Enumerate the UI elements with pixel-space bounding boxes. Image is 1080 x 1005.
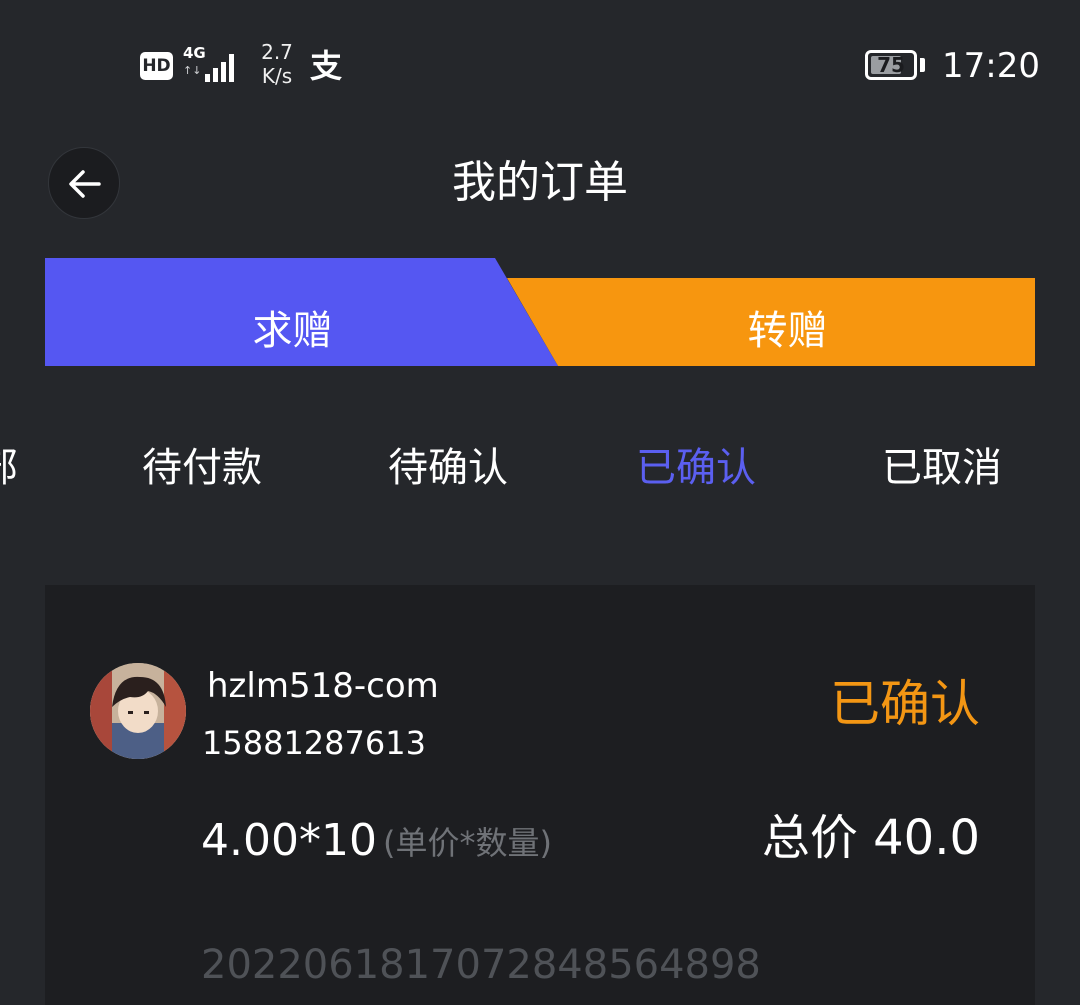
order-price-hint: (单价*数量) — [383, 824, 552, 862]
tab-pending-payment[interactable]: 待付款 — [142, 435, 262, 501]
tab-cancelled[interactable]: 已取消 — [882, 435, 1002, 501]
order-number: 20220618170728485648​98 — [201, 942, 761, 988]
order-card[interactable]: hzlm518-com 15881287613 已确认 4.00*10 (单价*… — [45, 585, 1035, 1005]
signal-icon: 4G ↑↓ — [183, 44, 239, 82]
segment-control: 求赠 转赠 — [45, 258, 1035, 366]
alipay-icon: 支 — [310, 47, 343, 85]
data-arrows-icon: ↑↓ — [183, 64, 202, 77]
order-username: hzlm518-com — [207, 666, 439, 706]
order-status: 已确认 — [830, 675, 980, 733]
speed-unit: K/s — [261, 64, 293, 88]
order-total: 总价 40.0 — [761, 810, 980, 866]
signal-bar — [229, 54, 234, 82]
avatar — [90, 663, 186, 759]
battery-icon: 75 — [865, 50, 917, 80]
network-type: 4G — [183, 44, 206, 62]
clock: 17:20 — [942, 46, 1040, 86]
signal-bar — [205, 74, 210, 82]
segment-qiuzeng[interactable]: 求赠 — [45, 296, 540, 366]
status-bar: HD 4G ↑↓ 2.7 K/s 支 75 17:20 — [0, 0, 1080, 130]
segment-zhuanzeng[interactable]: 转赠 — [540, 296, 1035, 366]
order-phone: 15881287613 — [202, 724, 426, 762]
order-price-qty: 4.00*10 — [201, 815, 377, 866]
tab-all[interactable]: 部 — [0, 435, 18, 501]
signal-bar — [213, 68, 218, 82]
hd-icon: HD — [140, 52, 173, 80]
speed-value: 2.7 — [261, 40, 293, 64]
status-tabs: 部 待付款 待确认 已确认 已取消 — [0, 435, 1080, 505]
battery-tip — [920, 58, 925, 72]
tab-pending-confirm[interactable]: 待确认 — [388, 435, 508, 501]
tab-confirmed[interactable]: 已确认 — [636, 435, 756, 501]
signal-bar — [221, 62, 226, 82]
avatar-image — [90, 663, 186, 759]
battery-level: 75 — [877, 53, 905, 77]
page-title: 我的订单 — [452, 157, 628, 208]
network-speed: 2.7 K/s — [255, 40, 299, 88]
